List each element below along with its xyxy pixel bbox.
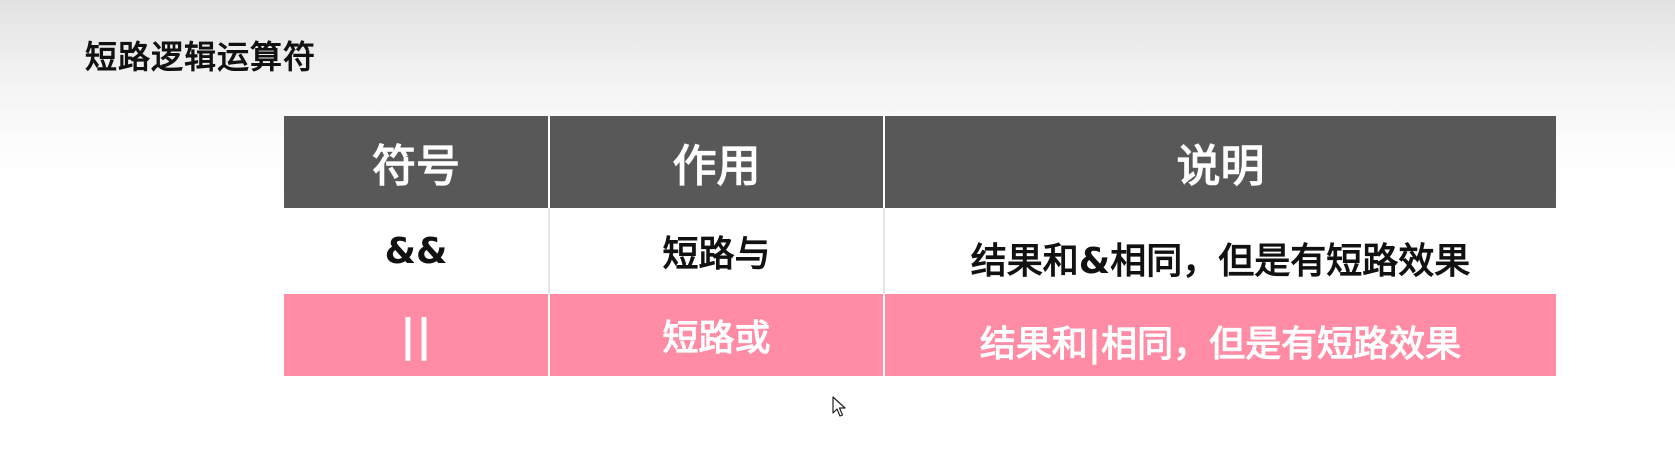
table-row: && 短路与 结果和&相同，但是有短路效果 xyxy=(284,208,1556,294)
table-header-row: 符号 作用 说明 xyxy=(284,116,1556,208)
cell-description: 结果和|相同，但是有短路效果 xyxy=(884,294,1556,376)
header-description: 说明 xyxy=(884,116,1556,208)
operator-table: 符号 作用 说明 && 短路与 结果和&相同，但是有短路效果 || 短路或 结果… xyxy=(284,116,1556,376)
cell-description: 结果和&相同，但是有短路效果 xyxy=(884,208,1556,294)
mouse-pointer-icon xyxy=(832,396,846,417)
header-function: 作用 xyxy=(549,116,885,208)
cell-function: 短路与 xyxy=(549,208,885,294)
cell-function: 短路或 xyxy=(549,294,885,376)
cell-symbol: || xyxy=(284,294,550,376)
slide-title: 短路逻辑运算符 xyxy=(85,38,317,76)
table-row: || 短路或 结果和|相同，但是有短路效果 xyxy=(284,294,1556,376)
cell-symbol: && xyxy=(284,208,550,294)
header-symbol: 符号 xyxy=(284,116,550,208)
